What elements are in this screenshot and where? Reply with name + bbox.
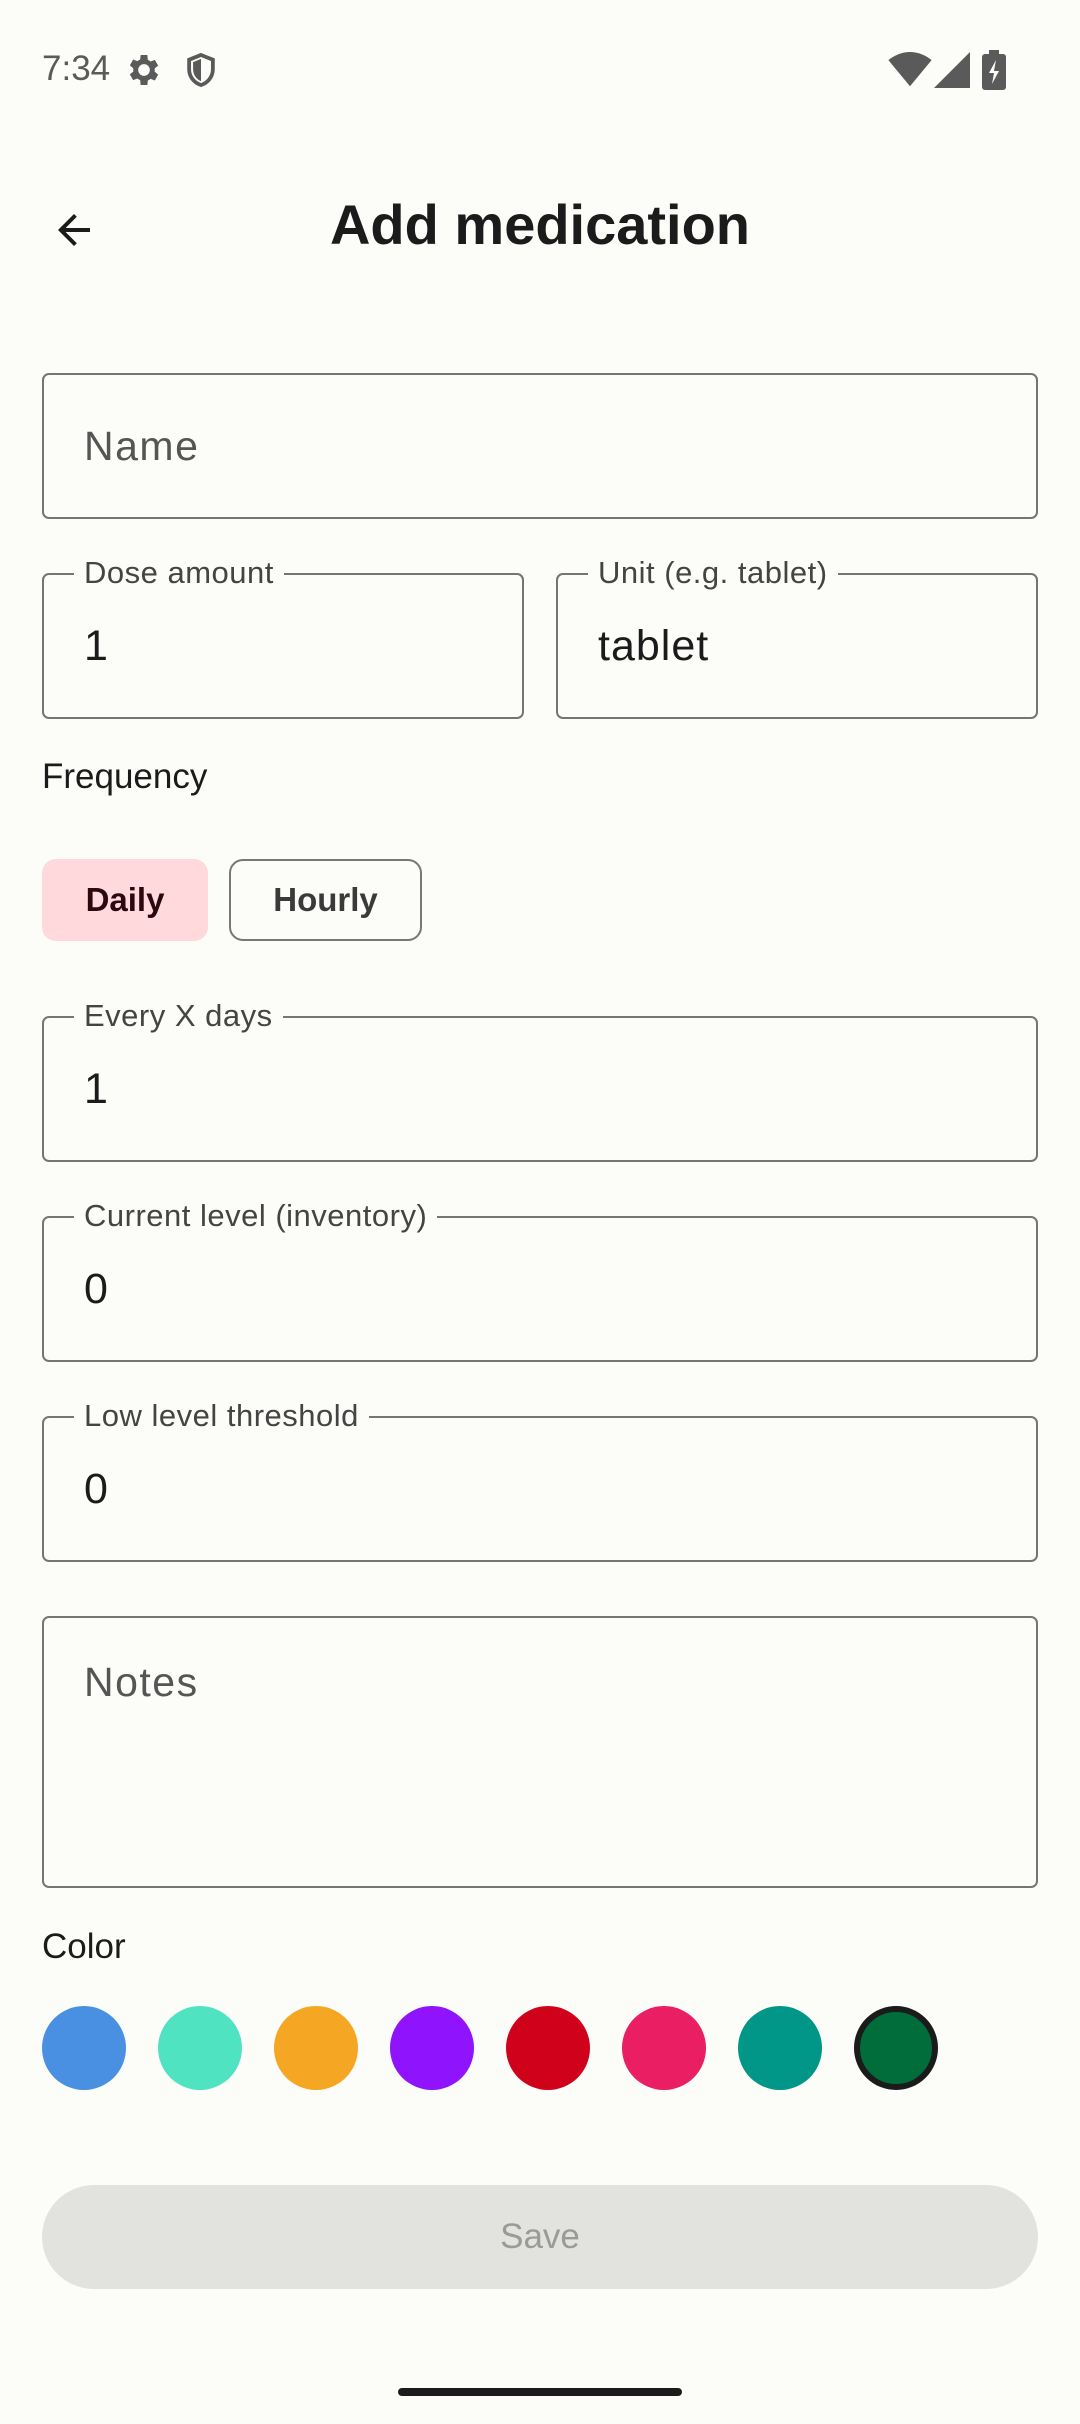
shield-icon — [187, 52, 215, 88]
notes-placeholder: Notes — [84, 1658, 199, 1705]
frequency-chip-hourly-label: Hourly — [273, 881, 378, 918]
status-time: 7:34 — [42, 49, 111, 88]
name-field[interactable]: Name — [42, 373, 1038, 519]
save-button-label: Save — [500, 2217, 580, 2256]
low-threshold-label: Low level threshold — [74, 1398, 369, 1434]
current-level-label: Current level (inventory) — [74, 1198, 438, 1234]
dose-amount-field[interactable]: Dose amount 1 — [42, 555, 524, 719]
color-swatch-1[interactable] — [42, 2006, 126, 2090]
page-title: Add medication — [329, 193, 751, 256]
frequency-label: Frequency — [42, 757, 208, 796]
low-threshold-field[interactable]: Low level threshold 0 — [42, 1398, 1038, 1562]
every-x-days-value: 1 — [84, 1064, 109, 1113]
current-level-value: 0 — [84, 1264, 109, 1313]
color-label: Color — [42, 1927, 126, 1966]
gear-icon — [129, 55, 159, 85]
color-swatch-2[interactable] — [158, 2006, 242, 2090]
frequency-chip-hourly[interactable]: Hourly — [229, 859, 422, 941]
unit-value: tablet — [598, 621, 710, 670]
current-level-field[interactable]: Current level (inventory) 0 — [42, 1198, 1038, 1362]
color-swatch-5[interactable] — [506, 2006, 590, 2090]
dose-amount-value: 1 — [84, 621, 109, 670]
every-x-days-field[interactable]: Every X days 1 — [42, 998, 1038, 1162]
battery-charging-icon — [982, 50, 1006, 90]
color-swatch-8[interactable] — [854, 2006, 938, 2090]
home-indicator — [398, 2388, 682, 2396]
unit-field[interactable]: Unit (e.g. tablet) tablet — [556, 555, 1038, 719]
frequency-chip-daily[interactable]: Daily — [42, 859, 208, 941]
save-button[interactable]: Save — [42, 2185, 1038, 2289]
color-swatch-6[interactable] — [622, 2006, 706, 2090]
signal-icon — [934, 52, 970, 88]
notes-field[interactable]: Notes — [42, 1616, 1038, 1888]
color-swatch-3[interactable] — [274, 2006, 358, 2090]
low-threshold-value: 0 — [84, 1464, 109, 1513]
frequency-chip-daily-label: Daily — [85, 881, 165, 918]
name-placeholder: Name — [84, 422, 200, 469]
wifi-icon — [888, 52, 932, 87]
color-swatch-7[interactable] — [738, 2006, 822, 2090]
color-swatch-4[interactable] — [390, 2006, 474, 2090]
